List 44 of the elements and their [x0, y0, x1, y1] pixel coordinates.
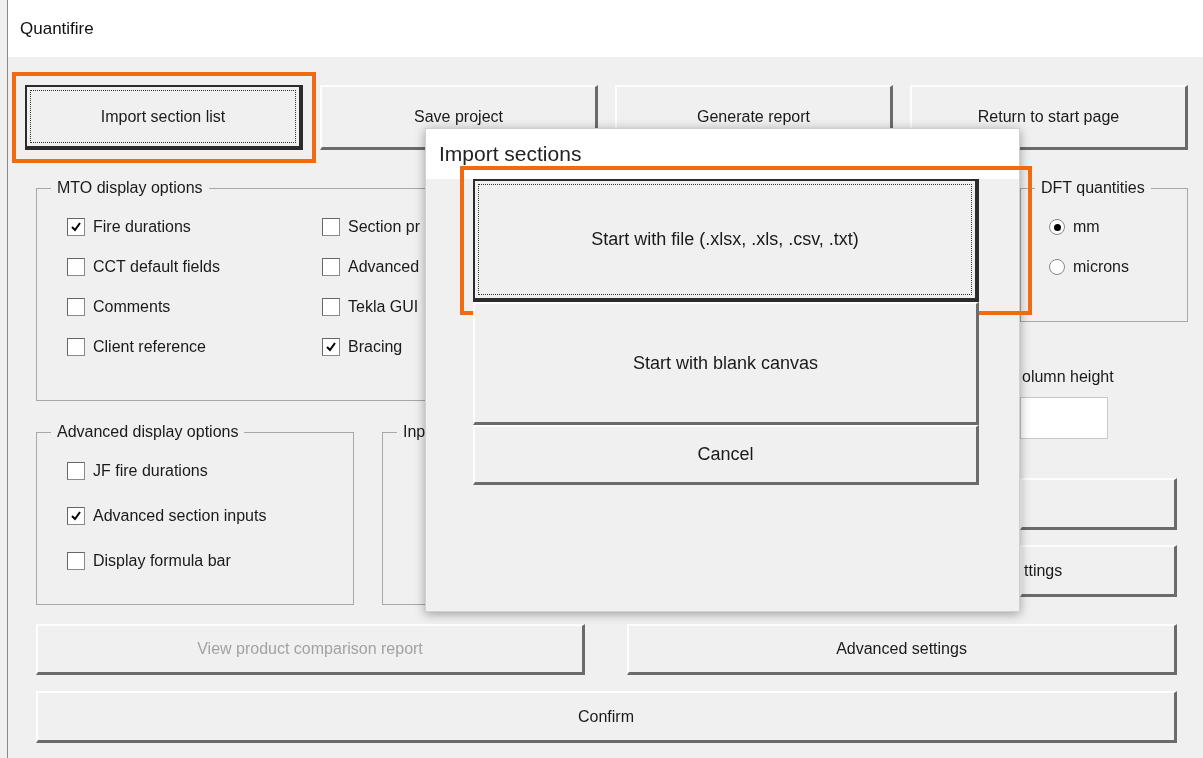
frame-title: MTO display options: [56, 179, 204, 197]
checkbox-label: JF fire durations: [93, 462, 208, 480]
checkmark-icon: [325, 341, 337, 353]
bottom-button[interactable]: Advanced settings: [627, 624, 1177, 675]
checkbox[interactable]: [67, 507, 85, 525]
checkbox-label: Bracing: [348, 338, 403, 356]
checkbox-label: Advanced: [348, 258, 420, 276]
frame-title: Advanced display options: [56, 423, 240, 441]
window-title: Quantifire: [20, 18, 94, 39]
checkbox-label: Fire durations: [93, 218, 191, 236]
checkbox-label: Client reference: [93, 338, 206, 356]
dialog-button[interactable]: Start with blank canvas: [473, 302, 979, 425]
checkbox[interactable]: [322, 298, 340, 316]
side-button[interactable]: ttings: [1020, 545, 1177, 597]
checkbox[interactable]: [67, 338, 85, 356]
radio-label: microns: [1073, 258, 1129, 276]
radio-button[interactable]: [1049, 259, 1065, 275]
toolbar-button[interactable]: Import section list: [25, 85, 303, 150]
frame-title: Inp: [402, 423, 427, 441]
checkbox[interactable]: [67, 552, 85, 570]
checkmark-icon: [70, 221, 82, 233]
checkbox-label: Display formula bar: [93, 552, 231, 570]
checkbox[interactable]: [67, 462, 85, 480]
checkbox-label: Tekla GUI: [348, 298, 419, 316]
checkbox-label: Section pr: [348, 218, 421, 236]
radio-button[interactable]: [1049, 219, 1065, 235]
side-button[interactable]: [1020, 478, 1177, 530]
checkbox-label: Advanced section inputs: [93, 507, 267, 525]
confirm-button[interactable]: Confirm: [36, 691, 1177, 743]
radio-label: mm: [1073, 218, 1100, 236]
checkmark-icon: [70, 510, 82, 522]
checkbox-label: CCT default fields: [93, 258, 220, 276]
dialog-button[interactable]: Cancel: [473, 425, 979, 485]
checkbox[interactable]: [67, 298, 85, 316]
field-label: olumn height: [1021, 368, 1115, 387]
checkbox[interactable]: [322, 218, 340, 236]
frame-title: DFT quantities: [1040, 179, 1146, 197]
checkbox[interactable]: [67, 218, 85, 236]
input-field[interactable]: [1020, 397, 1108, 439]
checkbox-label: Comments: [93, 298, 171, 316]
checkbox[interactable]: [67, 258, 85, 276]
dialog-button[interactable]: Start with file (.xlsx, .xls, .csv, .txt): [473, 179, 979, 302]
checkbox[interactable]: [322, 258, 340, 276]
checkbox[interactable]: [322, 338, 340, 356]
